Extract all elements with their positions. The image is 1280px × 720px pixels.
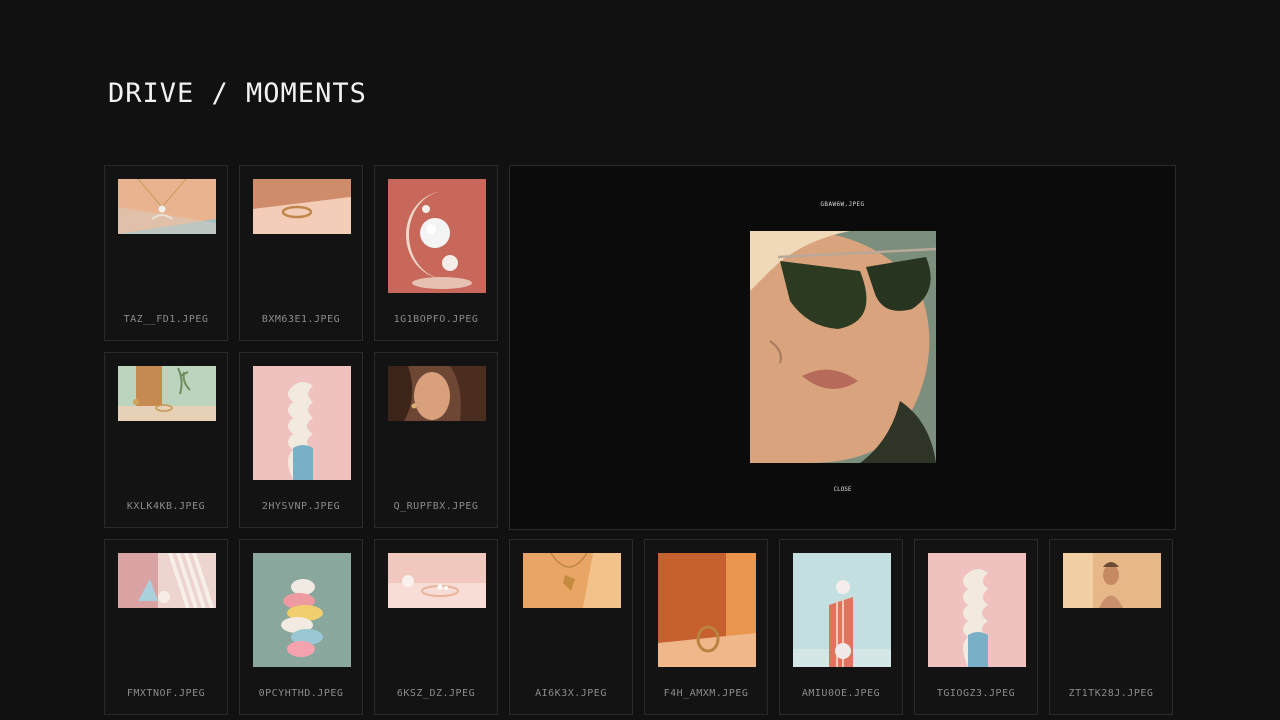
file-tile[interactable]: 2HYSVNP.JPEG <box>239 352 363 528</box>
pendant-necklace-photo <box>118 179 216 234</box>
pillar-sphere-photo <box>793 553 891 667</box>
file-tile[interactable]: ZT1TK28J.JPEG <box>1049 539 1173 715</box>
close-button[interactable]: CLOSE <box>510 486 1175 493</box>
file-tile[interactable]: TAZ__FD1.JPEG <box>104 165 228 341</box>
stacked-rings-photo <box>253 553 351 667</box>
file-name: 0PCYHTHD.JPEG <box>258 688 344 699</box>
file-name: ZT1TK28J.JPEG <box>1068 688 1154 699</box>
file-name: TGIOGZ3.JPEG <box>936 688 1016 699</box>
file-name: AI6K3X.JPEG <box>535 688 607 699</box>
file-tile[interactable]: AI6K3X.JPEG <box>509 539 633 715</box>
file-tile[interactable]: Q_RUPFBX.JPEG <box>374 352 498 528</box>
file-name: BXM63E1.JPEG <box>261 314 341 325</box>
viewer-filename: GBAW6W.JPEG <box>820 201 865 208</box>
page-title: DRIVE / MOMENTS <box>108 78 367 109</box>
file-tile[interactable]: KXLK4KB.JPEG <box>104 352 228 528</box>
file-tile[interactable]: BXM63E1.JPEG <box>239 165 363 341</box>
image-viewer: GBAW6W.JPEG CLOSE <box>509 165 1176 530</box>
ring-shadow-photo <box>658 553 756 667</box>
plant-ring-photo <box>118 366 216 421</box>
file-tile[interactable]: FMXTNOF.JPEG <box>104 539 228 715</box>
file-tile[interactable]: 6KSZ_DZ.JPEG <box>374 539 498 715</box>
gold-necklace-photo <box>523 553 621 608</box>
twisted-column-photo <box>253 366 351 480</box>
file-name: AMIU0OE.JPEG <box>801 688 881 699</box>
file-name: F4H_AMXM.JPEG <box>663 688 749 699</box>
file-name: 1G1BOPFO.JPEG <box>393 314 479 325</box>
file-name: KXLK4KB.JPEG <box>126 501 206 512</box>
file-name: TAZ__FD1.JPEG <box>123 314 209 325</box>
abstract-shapes-photo <box>118 553 216 608</box>
file-name: FMXTNOF.JPEG <box>126 688 206 699</box>
file-name: 6KSZ_DZ.JPEG <box>396 688 476 699</box>
pearl-tray-photo <box>388 553 486 608</box>
file-name: Q_RUPFBX.JPEG <box>393 501 479 512</box>
pearl-sculpture-photo <box>388 179 486 293</box>
file-name: 2HYSVNP.JPEG <box>261 501 341 512</box>
woman-portrait-photo <box>388 366 486 421</box>
woman-sunlight-photo <box>1063 553 1161 608</box>
file-tile[interactable]: AMIU0OE.JPEG <box>779 539 903 715</box>
twisted-column-photo <box>928 553 1026 667</box>
sunglasses-portrait-photo <box>750 231 936 463</box>
file-tile[interactable]: 1G1BOPFO.JPEG <box>374 165 498 341</box>
file-tile[interactable]: TGIOGZ3.JPEG <box>914 539 1038 715</box>
gold-ring-photo <box>253 179 351 234</box>
file-tile[interactable]: F4H_AMXM.JPEG <box>644 539 768 715</box>
file-tile[interactable]: 0PCYHTHD.JPEG <box>239 539 363 715</box>
